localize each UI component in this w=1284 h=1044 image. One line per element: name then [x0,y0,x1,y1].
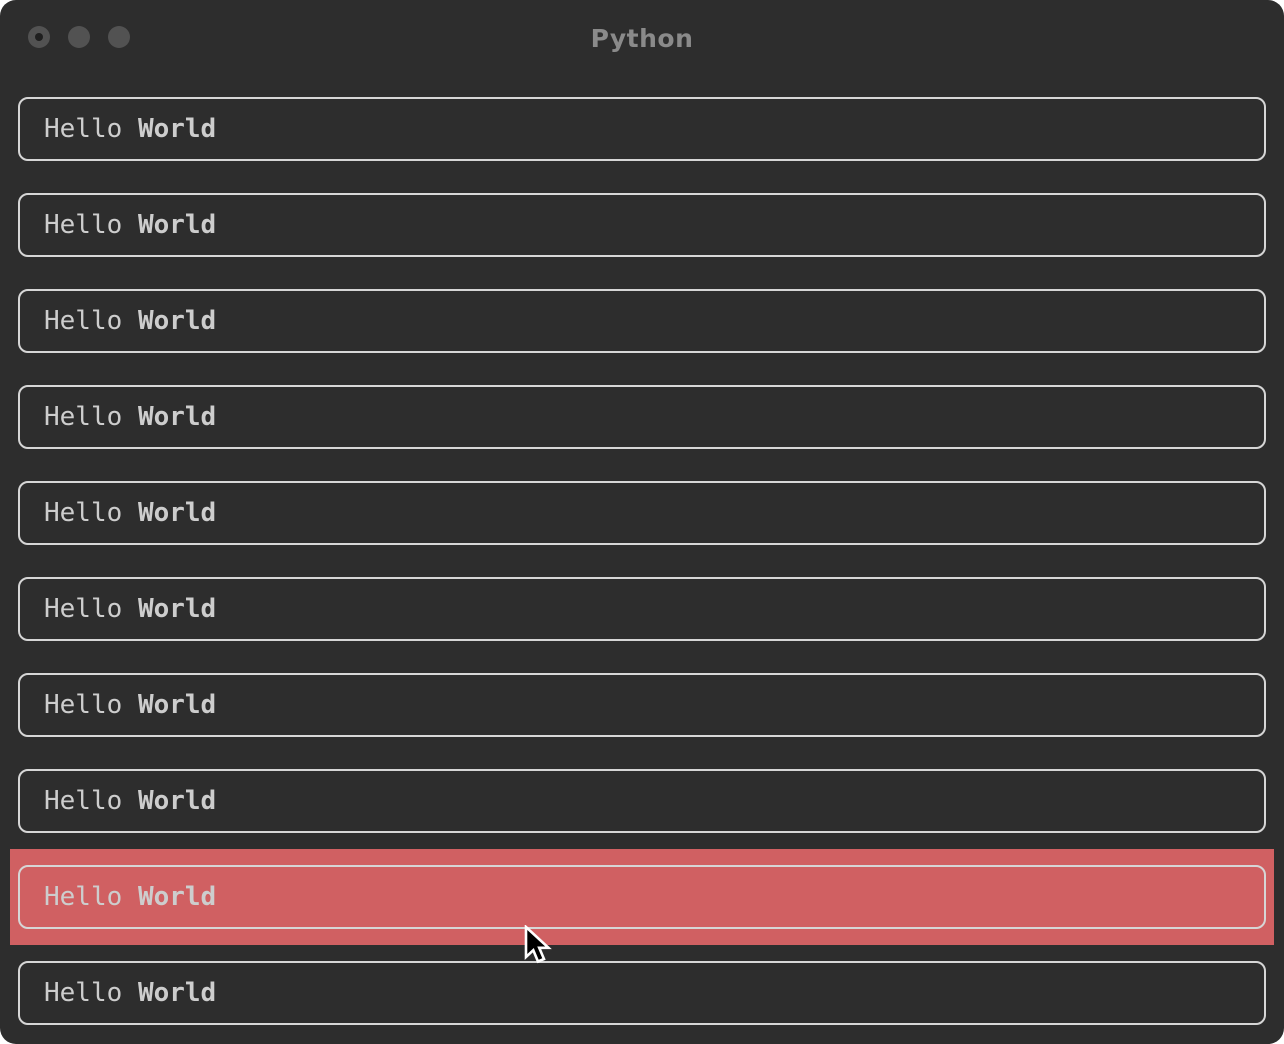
label-space [122,690,138,720]
python-window: Python Hello WorldHello WorldHello World… [0,0,1284,1044]
label-space [122,114,138,144]
hello-world-box[interactable]: Hello World [18,577,1266,641]
label-space [122,402,138,432]
label-space [122,882,138,912]
hello-list: Hello WorldHello WorldHello WorldHello W… [0,81,1284,1041]
hello-label: Hello [44,594,122,624]
list-row[interactable]: Hello World [10,465,1274,561]
world-label: World [138,978,216,1008]
hello-world-box[interactable]: Hello World [18,481,1266,545]
hello-world-box[interactable]: Hello World [18,97,1266,161]
world-label: World [138,210,216,240]
window-title: Python [0,24,1284,53]
hello-world-box[interactable]: Hello World [18,289,1266,353]
world-label: World [138,114,216,144]
list-row[interactable]: Hello World [10,369,1274,465]
world-label: World [138,882,216,912]
hello-world-box[interactable]: Hello World [18,385,1266,449]
hello-label: Hello [44,114,122,144]
label-space [122,594,138,624]
hello-label: Hello [44,690,122,720]
hello-world-box[interactable]: Hello World [18,769,1266,833]
hello-world-box[interactable]: Hello World [18,673,1266,737]
hello-world-box[interactable]: Hello World [18,961,1266,1025]
hello-label: Hello [44,498,122,528]
label-space [122,210,138,240]
list-row[interactable]: Hello World [10,561,1274,657]
hello-world-box[interactable]: Hello World [18,193,1266,257]
hello-label: Hello [44,978,122,1008]
label-space [122,786,138,816]
world-label: World [138,306,216,336]
title-bar: Python [0,0,1284,81]
hello-label: Hello [44,882,122,912]
list-row-highlighted[interactable]: Hello World [10,849,1274,945]
hello-label: Hello [44,210,122,240]
world-label: World [138,690,216,720]
label-space [122,306,138,336]
hello-label: Hello [44,306,122,336]
list-row[interactable]: Hello World [10,753,1274,849]
list-row[interactable]: Hello World [10,273,1274,369]
world-label: World [138,594,216,624]
hello-label: Hello [44,402,122,432]
label-space [122,978,138,1008]
hello-world-box[interactable]: Hello World [18,865,1266,929]
list-row[interactable]: Hello World [10,945,1274,1041]
world-label: World [138,498,216,528]
hello-label: Hello [44,786,122,816]
world-label: World [138,402,216,432]
list-row[interactable]: Hello World [10,81,1274,177]
world-label: World [138,786,216,816]
list-row[interactable]: Hello World [10,177,1274,273]
label-space [122,498,138,528]
list-row[interactable]: Hello World [10,657,1274,753]
